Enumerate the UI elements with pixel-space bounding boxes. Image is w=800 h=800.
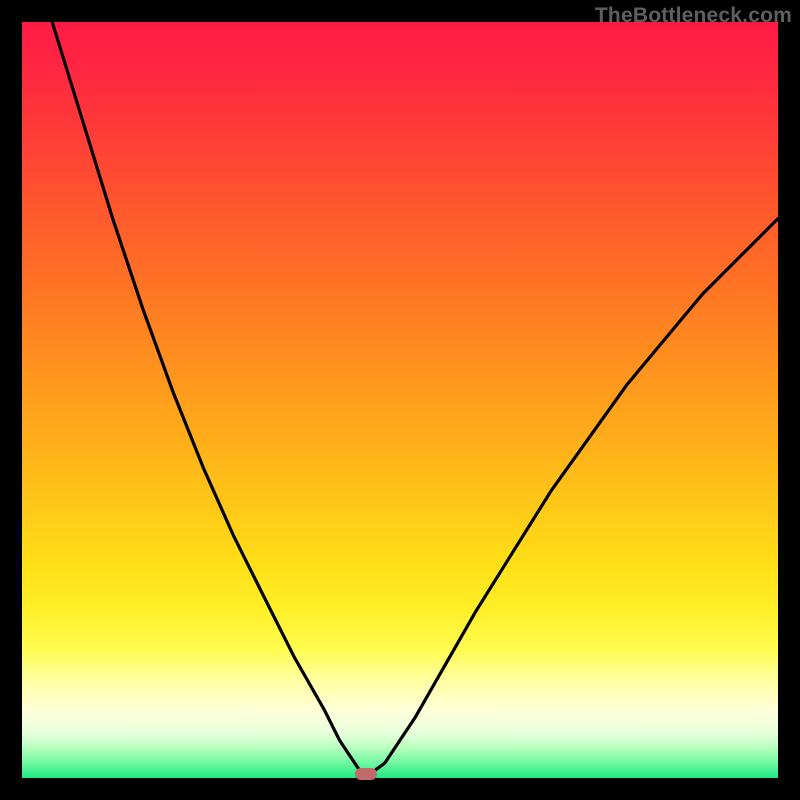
minimum-marker xyxy=(355,768,377,780)
bottleneck-curve xyxy=(22,22,778,778)
chart-container: TheBottleneck.com xyxy=(0,0,800,800)
plot-area xyxy=(22,22,778,778)
watermark-text: TheBottleneck.com xyxy=(595,4,792,28)
